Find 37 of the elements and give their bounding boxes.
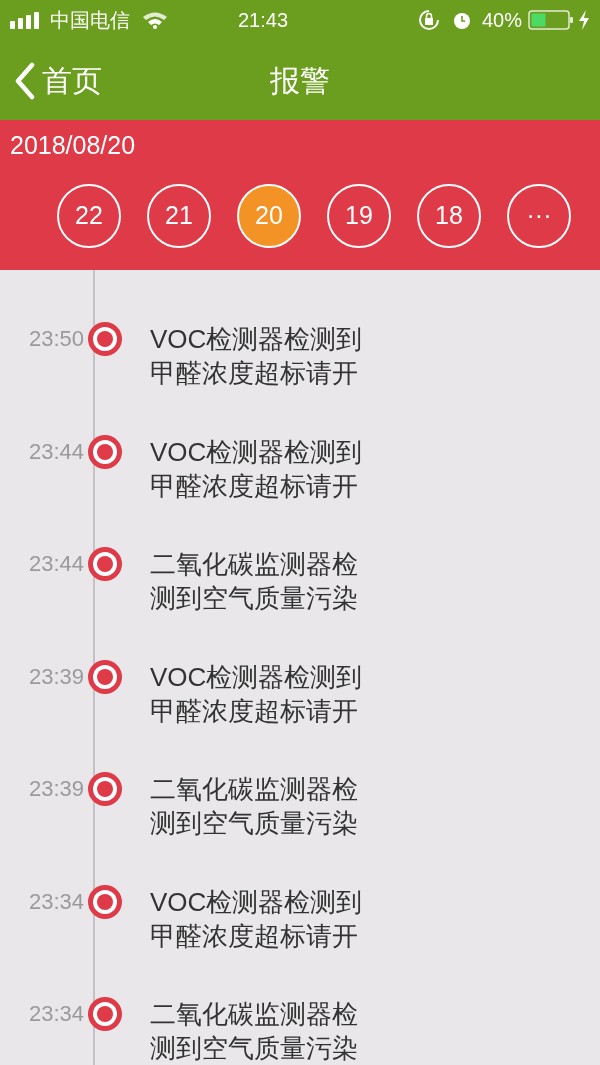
carrier-name: 中国电信 — [50, 8, 130, 33]
alarm-time: 23:50 — [27, 325, 85, 353]
alarm-dot-icon — [87, 433, 123, 470]
alarm-time: 23:44 — [27, 550, 85, 578]
alarm-message[interactable]: 二氧化碳监测器检 测到空气质量污染 — [150, 772, 358, 885]
clock-time: 21:43 — [237, 8, 288, 33]
alarm-dot-icon — [87, 658, 123, 695]
day-button[interactable]: 21 — [147, 184, 211, 248]
alarm-time: 23:44 — [27, 437, 85, 466]
alarm-dot-icon — [87, 771, 123, 807]
alarm-time: 23:39 — [27, 662, 85, 691]
alarm-message[interactable]: 二氧化碳监测器检 测到空气质量污染 — [150, 997, 358, 1065]
alarm-message[interactable]: VOC检测器检测到 甲醛浓度超标请开 — [150, 884, 363, 997]
chevron-left-icon — [14, 61, 36, 100]
alarm-message[interactable]: VOC检测器检测到 甲醛浓度超标请开 — [150, 322, 363, 435]
wifi-icon — [142, 11, 168, 29]
day-button[interactable]: 19 — [327, 184, 391, 248]
rotation-lock-icon — [417, 9, 440, 31]
alarm-dot-icon — [87, 546, 123, 582]
alarm-message[interactable]: 二氧化碳监测器检 测到空气质量污染 — [150, 547, 358, 660]
alarm-time: 23:39 — [27, 775, 85, 803]
current-date: 2018/08/20 — [10, 130, 137, 160]
day-button[interactable]: 18 — [417, 184, 481, 248]
alarm-dot-icon — [87, 883, 123, 920]
alarm-icon — [451, 10, 472, 30]
battery-icon — [528, 10, 574, 30]
day-button[interactable]: ··· — [507, 184, 571, 248]
alarm-message[interactable]: VOC检测器检测到 甲醛浓度超标请开 — [150, 434, 363, 547]
alarm-dot-icon — [87, 996, 123, 1032]
alarm-time: 23:34 — [27, 887, 85, 916]
page-title: 报警 — [270, 62, 330, 99]
alarm-time: 23:34 — [27, 1000, 85, 1028]
alarm-dot-icon — [87, 321, 123, 357]
battery-percent: 40% — [481, 8, 522, 33]
day-button[interactable]: 22 — [57, 184, 121, 248]
charging-icon — [578, 10, 590, 30]
alarm-message[interactable]: VOC检测器检测到 甲醛浓度超标请开 — [150, 659, 363, 772]
